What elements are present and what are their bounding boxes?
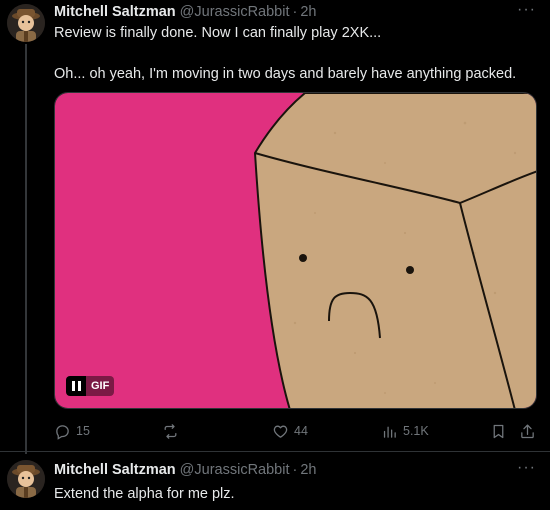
- tweet-text-line: Review is finally done. Now I can finall…: [54, 25, 382, 41]
- bookmark-icon: [493, 424, 504, 438]
- tweet[interactable]: Mitchell Saltzman @JurassicRabbit · 2h ·…: [0, 0, 550, 454]
- timestamp[interactable]: 2h: [300, 462, 316, 478]
- views-icon: [383, 426, 396, 438]
- avatar[interactable]: [7, 4, 45, 42]
- more-options-icon[interactable]: ···: [517, 1, 536, 19]
- tweet[interactable]: Mitchell Saltzman @JurassicRabbit · 2h ·…: [0, 452, 550, 510]
- timestamp[interactable]: 2h: [300, 4, 316, 20]
- bookmark-button[interactable]: [490, 421, 507, 441]
- like-count: 44: [294, 424, 308, 438]
- repost-icon: [164, 423, 177, 439]
- repost-button[interactable]: [162, 421, 184, 441]
- tweet-text-line: Oh... oh yeah, I'm moving in two days an…: [54, 66, 517, 82]
- tweet-text-line: Extend the alpha for me plz.: [54, 486, 235, 502]
- thread-line: [25, 44, 27, 454]
- author-handle[interactable]: @JurassicRabbit: [180, 462, 290, 478]
- like-button[interactable]: 44: [272, 421, 308, 441]
- separator: ·: [292, 4, 298, 20]
- share-button[interactable]: [519, 421, 536, 441]
- author-handle[interactable]: @JurassicRabbit: [180, 4, 290, 20]
- share-icon: [521, 423, 534, 438]
- gif-label: GIF: [86, 376, 115, 396]
- separator: ·: [292, 462, 298, 478]
- reply-count: 15: [76, 424, 90, 438]
- gif-frame: [55, 93, 536, 408]
- avatar[interactable]: [7, 460, 45, 498]
- author-name[interactable]: Mitchell Saltzman: [54, 4, 176, 20]
- views-button[interactable]: 5.1K: [381, 421, 429, 441]
- tweet-header: Mitchell Saltzman @JurassicRabbit · 2h ·…: [54, 459, 540, 479]
- reply-button[interactable]: 15: [54, 421, 90, 441]
- like-icon: [273, 425, 288, 438]
- more-options-icon[interactable]: ···: [517, 459, 536, 477]
- tweet-header: Mitchell Saltzman @JurassicRabbit · 2h ·…: [54, 1, 540, 21]
- author-name[interactable]: Mitchell Saltzman: [54, 462, 176, 478]
- reply-icon: [56, 424, 69, 440]
- pause-icon[interactable]: [66, 376, 86, 396]
- gif-media[interactable]: GIF: [54, 92, 537, 409]
- view-count: 5.1K: [403, 424, 429, 438]
- tweet-actions: 15 44 5.1K: [54, 421, 540, 441]
- gif-badge[interactable]: GIF: [66, 376, 115, 396]
